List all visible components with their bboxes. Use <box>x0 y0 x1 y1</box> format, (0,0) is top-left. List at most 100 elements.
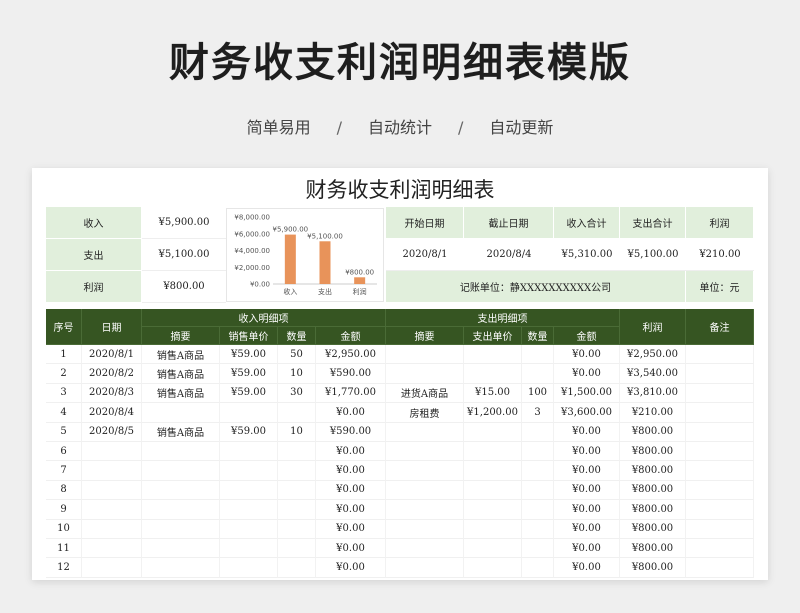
cell-expense-amount[interactable]: ¥0.00 <box>554 519 620 539</box>
cell-income-summary[interactable]: 销售A商品 <box>142 364 220 384</box>
cell-income-qty[interactable]: 30 <box>278 383 316 404</box>
cell-profit[interactable]: ¥800.00 <box>620 422 686 442</box>
cell-remark[interactable] <box>686 519 754 539</box>
cell-income-price[interactable] <box>220 558 278 578</box>
cell-expense-summary[interactable] <box>386 345 464 365</box>
cell-seq[interactable]: 9 <box>46 500 82 520</box>
cell-income-qty[interactable]: 10 <box>278 364 316 384</box>
cell-remark[interactable] <box>686 364 754 384</box>
cell-income-price[interactable] <box>220 403 278 423</box>
cell-income-amount[interactable]: ¥590.00 <box>316 364 386 384</box>
cell-income-price[interactable]: ¥59.00 <box>220 345 278 365</box>
cell-expense-price[interactable] <box>464 364 522 384</box>
cell-remark[interactable] <box>686 403 754 423</box>
cell-expense-qty[interactable]: 100 <box>522 383 554 404</box>
cell-income-qty[interactable] <box>278 539 316 559</box>
cell-profit[interactable]: ¥800.00 <box>620 519 686 539</box>
cell-expense-price[interactable] <box>464 442 522 462</box>
summary-value-expense[interactable]: ¥5,100.00 <box>142 239 226 271</box>
cell-income-price[interactable] <box>220 500 278 520</box>
cell-expense-qty[interactable] <box>522 345 554 365</box>
info-value-income-total[interactable]: ¥5,310.00 <box>554 239 620 271</box>
cell-expense-qty[interactable] <box>522 461 554 481</box>
cell-income-summary[interactable] <box>142 500 220 520</box>
cell-seq[interactable]: 3 <box>46 383 82 404</box>
cell-remark[interactable] <box>686 345 754 365</box>
cell-seq[interactable]: 5 <box>46 422 82 442</box>
cell-income-summary[interactable] <box>142 461 220 481</box>
cell-profit[interactable]: ¥800.00 <box>620 442 686 462</box>
cell-seq[interactable]: 10 <box>46 519 82 539</box>
info-value-profit[interactable]: ¥210.00 <box>686 239 754 271</box>
cell-income-qty[interactable] <box>278 480 316 501</box>
cell-income-amount[interactable]: ¥0.00 <box>316 519 386 539</box>
cell-seq[interactable]: 8 <box>46 480 82 501</box>
cell-income-summary[interactable] <box>142 442 220 462</box>
cell-date[interactable] <box>82 461 142 481</box>
cell-expense-price[interactable]: ¥15.00 <box>464 383 522 404</box>
cell-profit[interactable]: ¥3,540.00 <box>620 364 686 384</box>
cell-expense-summary[interactable]: 房租费 <box>386 403 464 423</box>
cell-expense-qty[interactable] <box>522 442 554 462</box>
cell-income-price[interactable] <box>220 519 278 539</box>
cell-expense-summary[interactable] <box>386 461 464 481</box>
cell-income-summary[interactable]: 销售A商品 <box>142 383 220 404</box>
cell-income-price[interactable] <box>220 539 278 559</box>
cell-expense-qty[interactable] <box>522 480 554 501</box>
cell-remark[interactable] <box>686 500 754 520</box>
cell-expense-price[interactable]: ¥1,200.00 <box>464 403 522 423</box>
cell-income-qty[interactable] <box>278 442 316 462</box>
cell-expense-qty[interactable] <box>522 500 554 520</box>
cell-expense-price[interactable] <box>464 422 522 442</box>
cell-income-summary[interactable] <box>142 558 220 578</box>
cell-expense-summary[interactable] <box>386 519 464 539</box>
cell-expense-price[interactable] <box>464 519 522 539</box>
cell-income-summary[interactable]: 销售A商品 <box>142 422 220 442</box>
cell-profit[interactable]: ¥800.00 <box>620 500 686 520</box>
cell-seq[interactable]: 7 <box>46 461 82 481</box>
cell-expense-amount[interactable]: ¥0.00 <box>554 539 620 559</box>
cell-date[interactable]: 2020/8/3 <box>82 383 142 404</box>
cell-date[interactable] <box>82 500 142 520</box>
cell-expense-qty[interactable] <box>522 539 554 559</box>
cell-income-qty[interactable] <box>278 558 316 578</box>
cell-income-summary[interactable] <box>142 480 220 501</box>
cell-profit[interactable]: ¥800.00 <box>620 558 686 578</box>
cell-seq[interactable]: 2 <box>46 364 82 384</box>
cell-expense-price[interactable] <box>464 480 522 501</box>
cell-date[interactable] <box>82 480 142 501</box>
cell-remark[interactable] <box>686 539 754 559</box>
cell-date[interactable]: 2020/8/5 <box>82 422 142 442</box>
cell-expense-price[interactable] <box>464 558 522 578</box>
cell-expense-qty[interactable] <box>522 364 554 384</box>
cell-income-amount[interactable]: ¥0.00 <box>316 480 386 501</box>
cell-expense-price[interactable] <box>464 500 522 520</box>
cell-remark[interactable] <box>686 442 754 462</box>
info-value-end-date[interactable]: 2020/8/4 <box>464 239 554 271</box>
cell-expense-price[interactable] <box>464 539 522 559</box>
cell-expense-amount[interactable]: ¥3,600.00 <box>554 403 620 423</box>
cell-date[interactable]: 2020/8/2 <box>82 364 142 384</box>
cell-income-price[interactable] <box>220 480 278 501</box>
cell-income-amount[interactable]: ¥0.00 <box>316 461 386 481</box>
cell-remark[interactable] <box>686 422 754 442</box>
cell-income-price[interactable]: ¥59.00 <box>220 364 278 384</box>
cell-profit[interactable]: ¥2,950.00 <box>620 345 686 365</box>
cell-profit[interactable]: ¥800.00 <box>620 539 686 559</box>
cell-income-price[interactable] <box>220 442 278 462</box>
cell-income-amount[interactable]: ¥590.00 <box>316 422 386 442</box>
cell-income-amount[interactable]: ¥0.00 <box>316 500 386 520</box>
cell-income-amount[interactable]: ¥0.00 <box>316 539 386 559</box>
cell-expense-summary[interactable] <box>386 422 464 442</box>
cell-income-amount[interactable]: ¥0.00 <box>316 442 386 462</box>
cell-expense-summary[interactable] <box>386 558 464 578</box>
cell-income-price[interactable]: ¥59.00 <box>220 422 278 442</box>
cell-seq[interactable]: 4 <box>46 403 82 423</box>
cell-expense-qty[interactable]: 3 <box>522 403 554 423</box>
cell-income-price[interactable]: ¥59.00 <box>220 383 278 404</box>
cell-expense-summary[interactable]: 进货A商品 <box>386 383 464 404</box>
cell-income-qty[interactable]: 50 <box>278 345 316 365</box>
cell-remark[interactable] <box>686 480 754 501</box>
cell-profit[interactable]: ¥210.00 <box>620 403 686 423</box>
cell-remark[interactable] <box>686 383 754 404</box>
